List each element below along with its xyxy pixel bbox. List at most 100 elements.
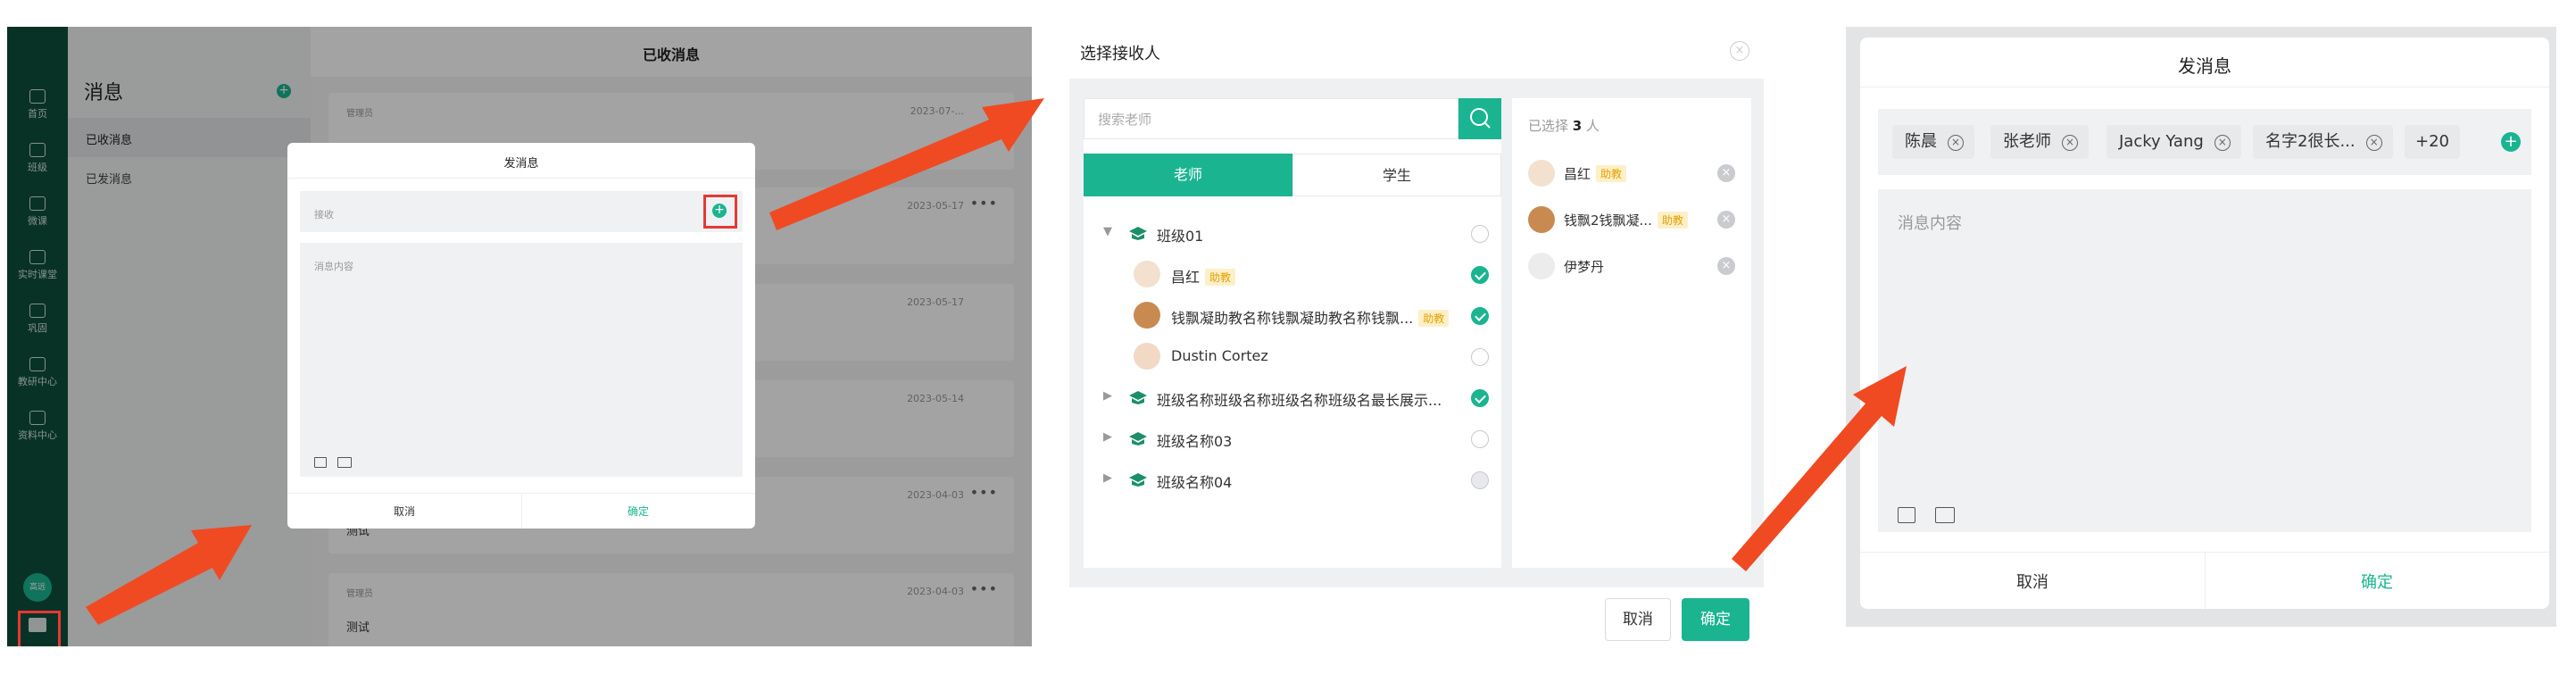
search-button[interactable]	[1458, 98, 1501, 139]
dialog-title: 发消息	[2178, 55, 2231, 77]
avatar	[1134, 302, 1160, 329]
message-content-field[interactable]	[1878, 189, 2531, 532]
selected-item: 钱飘2钱飘凝... 助教 ×	[1528, 202, 1742, 237]
assistant-badge: 助教	[1205, 269, 1236, 286]
recipient-chip: 陈晨 ×	[1892, 125, 1974, 159]
recipient-field[interactable]	[300, 191, 743, 232]
send-message-dialog: 发消息 接收 + 消息内容 取消 确定	[287, 143, 755, 529]
remove-icon[interactable]: ×	[1717, 257, 1735, 275]
avatar	[1528, 160, 1555, 187]
checkbox[interactable]	[1471, 430, 1489, 448]
chevron-right-icon[interactable]: ▶	[1103, 471, 1112, 485]
add-recipient-button[interactable]: +	[2501, 132, 2521, 152]
remove-icon[interactable]: ×	[2365, 135, 2382, 151]
class-icon	[1129, 432, 1147, 445]
selected-item: 昌红 助教 ×	[1528, 155, 1742, 191]
chip-label: 陈晨	[1905, 132, 1937, 151]
tree-row-label: 班级名称04	[1157, 474, 1233, 491]
selected-prefix: 已选择	[1528, 118, 1569, 134]
assistant-badge: 助教	[1418, 310, 1450, 327]
image-icon[interactable]	[314, 457, 327, 468]
remove-icon[interactable]: ×	[1717, 164, 1735, 182]
close-icon[interactable]: ×	[1730, 41, 1749, 61]
selected-item: 伊梦丹 ×	[1528, 248, 1742, 284]
tree-row-label: 班级名称03	[1157, 433, 1233, 450]
dialog-title: 选择接收人	[1080, 45, 1160, 63]
tree-row-class[interactable]: ▶ 班级名称03	[1084, 418, 1496, 459]
tab-teacher[interactable]: 老师	[1084, 154, 1292, 196]
folder-icon[interactable]	[1935, 507, 1955, 523]
confirm-button[interactable]: 确定	[521, 504, 755, 519]
cancel-button[interactable]: 取消	[1605, 598, 1671, 641]
tree-row-label: 班级01	[1157, 228, 1204, 245]
checkbox[interactable]	[1471, 307, 1489, 325]
cancel-button[interactable]: 取消	[287, 504, 521, 519]
remove-icon[interactable]: ×	[2062, 135, 2078, 151]
tree-row-class[interactable]: ▶ 班级名称班级名称班级名称班级名最长展示...	[1084, 377, 1496, 418]
checkbox[interactable]	[1471, 348, 1489, 366]
image-icon[interactable]	[1898, 507, 1915, 523]
avatar	[1528, 206, 1555, 233]
message-content-field[interactable]	[300, 243, 743, 477]
tree-row-class[interactable]: ▼ 班级01	[1084, 212, 1496, 254]
checkbox[interactable]	[1471, 225, 1489, 243]
checkbox[interactable]	[1471, 266, 1489, 284]
avatar	[1134, 343, 1160, 370]
selected-name: 昌红	[1564, 166, 1591, 182]
selected-list-panel: 已选择 3 人 昌红 助教 × 钱飘2钱飘凝... 助教 × 伊梦丹 ×	[1512, 98, 1751, 568]
avatar	[1134, 261, 1160, 287]
class-icon	[1129, 473, 1147, 487]
dialog-body: 搜索老师 老师 学生 ▼ 班级01 昌红 助教 钱飘凝助教名称钱飘凝助教名称钱飘.…	[1069, 79, 1764, 587]
remove-icon[interactable]: ×	[2214, 135, 2231, 151]
content-placeholder: 消息内容	[1898, 214, 1962, 233]
selected-name: 钱飘2钱飘凝...	[1564, 212, 1652, 229]
checkbox	[1471, 471, 1489, 489]
more-recipients-badge[interactable]: +20	[2405, 125, 2460, 159]
confirm-button[interactable]: 确定	[2205, 570, 2549, 593]
tree-row-person[interactable]: 昌红 助教	[1084, 254, 1496, 295]
remove-icon[interactable]: ×	[1717, 211, 1735, 229]
chip-label: 张老师	[2003, 132, 2051, 151]
tab-student[interactable]: 学生	[1292, 154, 1501, 196]
tree-row-label: 昌红	[1171, 269, 1201, 286]
selected-count: 3	[1572, 118, 1583, 134]
recipient-chip: 张老师 ×	[1990, 125, 2089, 159]
tree-row-class[interactable]: ▶ 班级名称04	[1084, 459, 1496, 500]
chevron-right-icon[interactable]: ▶	[1103, 430, 1112, 444]
chip-label: 名字2很长...	[2265, 132, 2356, 151]
avatar	[1528, 253, 1555, 279]
send-message-dialog: 发消息 陈晨 × 张老师 × Jacky Yang × 名字2很长... × +20 +…	[1860, 37, 2549, 609]
assistant-badge: 助教	[1596, 165, 1627, 182]
selected-count-label: 已选择 3 人	[1528, 116, 1600, 135]
selected-suffix: 人	[1586, 118, 1600, 134]
content-placeholder: 消息内容	[314, 261, 353, 272]
tree-row-label: 班级名称班级名称班级名称班级名最长展示...	[1157, 392, 1442, 409]
panel-compose-message: 发消息 陈晨 × 张老师 × Jacky Yang × 名字2很长... × +20 +…	[1846, 27, 2556, 627]
teacher-list-panel: 搜索老师 老师 学生 ▼ 班级01 昌红 助教 钱飘凝助教名称钱飘凝助教名称钱飘.…	[1084, 98, 1501, 568]
dialog-title: 发消息	[503, 157, 539, 171]
chevron-right-icon[interactable]: ▶	[1103, 389, 1112, 403]
cancel-button[interactable]: 取消	[1860, 570, 2205, 593]
recipient-chip: 名字2很长... ×	[2253, 125, 2393, 159]
search-icon	[1470, 108, 1491, 129]
tree-row-person[interactable]: 钱飘凝助教名称钱飘凝助教名称钱飘... 助教	[1084, 295, 1496, 336]
class-icon	[1129, 391, 1147, 404]
assistant-badge: 助教	[1657, 212, 1688, 229]
tree-row-person[interactable]: Dustin Cortez	[1084, 336, 1496, 377]
recipient-chip: Jacky Yang ×	[2107, 125, 2241, 159]
panel-message-inbox: 首页 班级 微课 实时课堂 巩固 教研中心 资料中心 高远 消息 + 已收消息 …	[7, 27, 1032, 646]
search-placeholder: 搜索老师	[1098, 112, 1152, 128]
tree-row-label: Dustin Cortez	[1171, 347, 1268, 364]
selected-name: 伊梦丹	[1564, 259, 1605, 275]
recipient-placeholder: 接收	[314, 209, 334, 221]
chip-label: Jacky Yang	[2119, 132, 2204, 151]
highlight-box	[18, 611, 61, 646]
checkbox[interactable]	[1471, 389, 1489, 407]
folder-icon[interactable]	[337, 457, 352, 468]
highlight-box	[703, 195, 737, 229]
chevron-down-icon[interactable]: ▼	[1103, 225, 1112, 238]
remove-icon[interactable]: ×	[1948, 135, 1964, 151]
panel-select-recipients: 选择接收人 × 搜索老师 老师 学生 ▼ 班级01 昌红 助教 钱飘凝助教名称钱…	[1069, 36, 1778, 643]
tree-row-label: 钱飘凝助教名称钱飘凝助教名称钱飘...	[1171, 310, 1414, 327]
confirm-button[interactable]: 确定	[1682, 598, 1749, 641]
